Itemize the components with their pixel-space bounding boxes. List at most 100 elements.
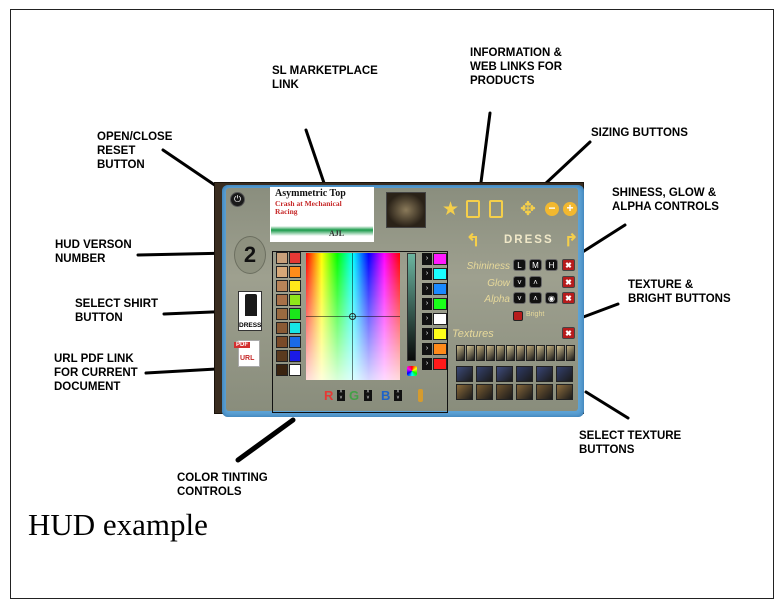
size-plus-button[interactable]: +	[563, 202, 577, 216]
color-chip[interactable]	[433, 358, 447, 370]
alpha-eye-icon[interactable]: ◉	[545, 292, 558, 304]
color-chip[interactable]	[433, 283, 447, 295]
color-swatch[interactable]	[276, 350, 288, 362]
texture-thumbnail[interactable]	[476, 345, 485, 361]
red-stepper[interactable]: ˄ ˅	[337, 389, 345, 401]
alpha-up-button[interactable]: ˄	[529, 292, 542, 304]
apply-color-arrow-icon[interactable]: ›	[422, 253, 432, 265]
texture-thumbnail[interactable]	[536, 345, 545, 361]
texture-thumbnail[interactable]	[506, 345, 515, 361]
texture-thumbnail[interactable]	[556, 366, 573, 382]
shininess-medium-button[interactable]: M	[529, 259, 542, 271]
color-swatch[interactable]	[289, 280, 301, 292]
apply-color-arrow-icon[interactable]: ›	[422, 268, 432, 280]
apply-color-arrow-icon[interactable]: ›	[422, 343, 432, 355]
texture-thumbnail[interactable]	[536, 366, 553, 382]
texture-thumbnail[interactable]	[536, 384, 553, 400]
callout-pdf-link: URL PDF LINK FOR CURRENT DOCUMENT	[54, 353, 138, 393]
blue-label: B	[381, 388, 391, 403]
apply-color-arrow-icon[interactable]: ›	[422, 283, 432, 295]
color-swatch[interactable]	[276, 322, 288, 334]
glow-reset-button[interactable]: ✖	[562, 276, 575, 288]
color-chip[interactable]	[433, 328, 447, 340]
apply-color-arrow-icon[interactable]: ›	[422, 313, 432, 325]
color-swatch[interactable]	[276, 266, 288, 278]
color-swatch[interactable]	[276, 252, 288, 264]
bright-button[interactable]	[513, 311, 523, 321]
color-swatch[interactable]	[276, 336, 288, 348]
texture-thumbnail[interactable]	[496, 366, 513, 382]
next-item-icon[interactable]: ↱	[564, 231, 578, 251]
texture-thumbnail[interactable]	[496, 345, 505, 361]
color-wheel-icon[interactable]	[407, 366, 417, 376]
color-chip[interactable]	[433, 298, 447, 310]
texture-thumbnail[interactable]	[526, 345, 535, 361]
crosshair-handle[interactable]	[349, 313, 356, 320]
green-label: G	[349, 388, 360, 403]
color-swatch[interactable]	[289, 322, 301, 334]
eyedropper-icon[interactable]	[418, 389, 423, 402]
color-chip[interactable]	[433, 253, 447, 265]
select-shirt-button[interactable]: DRESS	[238, 291, 262, 331]
pdf-link-button[interactable]: PDF URL	[234, 340, 262, 368]
texture-thumbnail[interactable]	[466, 345, 475, 361]
info-document-icon[interactable]	[466, 200, 480, 218]
power-icon[interactable]: ⏻	[230, 192, 245, 207]
texture-thumbnail[interactable]	[476, 366, 493, 382]
star-icon[interactable]: ★	[442, 200, 459, 220]
color-swatch[interactable]	[289, 252, 301, 264]
green-stepper[interactable]: ˄ ˅	[364, 389, 372, 401]
color-swatch[interactable]	[276, 364, 288, 376]
color-chip[interactable]	[433, 268, 447, 280]
callout-select-texture: SELECT TEXTURE BUTTONS	[579, 430, 682, 456]
color-swatch[interactable]	[276, 294, 288, 306]
shininess-high-button[interactable]: H	[545, 259, 558, 271]
texture-thumbnail[interactable]	[456, 366, 473, 382]
glow-down-button[interactable]: ˅	[513, 276, 526, 288]
texture-thumbnail[interactable]	[556, 384, 573, 400]
color-swatch[interactable]	[289, 336, 301, 348]
previous-item-icon[interactable]: ↰	[466, 231, 480, 251]
bright-label: Bright	[526, 311, 545, 318]
apply-color-arrow-icon[interactable]: ›	[422, 298, 432, 310]
glow-up-button[interactable]: ˄	[529, 276, 542, 288]
color-chip[interactable]	[433, 313, 447, 325]
color-swatch[interactable]	[289, 266, 301, 278]
apply-color-arrow-icon[interactable]: ›	[422, 328, 432, 340]
texture-thumbnail[interactable]	[456, 384, 473, 400]
color-swatch[interactable]	[276, 280, 288, 292]
texture-thumbnail[interactable]	[496, 384, 513, 400]
color-swatch[interactable]	[289, 294, 301, 306]
texture-thumbnail[interactable]	[516, 384, 533, 400]
shininess-reset-button[interactable]: ✖	[562, 259, 575, 271]
texture-thumbnail[interactable]	[516, 345, 525, 361]
color-swatch[interactable]	[289, 364, 301, 376]
texture-thumbnail[interactable]	[556, 345, 565, 361]
texture-thumbnail[interactable]	[516, 366, 533, 382]
apply-color-arrow-icon[interactable]: ›	[422, 358, 432, 370]
item-navigation: ↰ DRESS ↱	[466, 231, 580, 251]
color-chip[interactable]	[433, 343, 447, 355]
shininess-low-button[interactable]: L	[513, 259, 526, 271]
texture-thumbnail[interactable]	[546, 345, 555, 361]
color-swatch[interactable]	[289, 308, 301, 320]
blue-stepper[interactable]: ˄ ˅	[394, 389, 402, 401]
callout-color-tinting: COLOR TINTING CONTROLS	[177, 472, 268, 498]
texture-thumbnail[interactable]	[566, 345, 575, 361]
alpha-reset-button[interactable]: ✖	[562, 292, 575, 304]
color-swatch[interactable]	[276, 308, 288, 320]
version-number: 2	[234, 236, 266, 274]
textures-reset-button[interactable]: ✖	[562, 327, 575, 339]
texture-thumbnail[interactable]	[486, 345, 495, 361]
texture-thumbnail[interactable]	[456, 345, 465, 361]
callout-sizing-buttons: SIZING BUTTONS	[591, 127, 688, 139]
web-link-icon[interactable]	[489, 200, 503, 218]
marketplace-banner[interactable]: Asymmetric Top Crash at Mechanical Racin…	[270, 187, 374, 242]
shininess-label: Shininess	[466, 261, 510, 272]
brightness-slider[interactable]	[407, 253, 416, 361]
alpha-down-button[interactable]: ˅	[513, 292, 526, 304]
texture-thumbnail[interactable]	[476, 384, 493, 400]
color-swatch[interactable]	[289, 350, 301, 362]
move-icon[interactable]: ✥	[520, 200, 536, 220]
size-minus-button[interactable]: −	[545, 202, 559, 216]
